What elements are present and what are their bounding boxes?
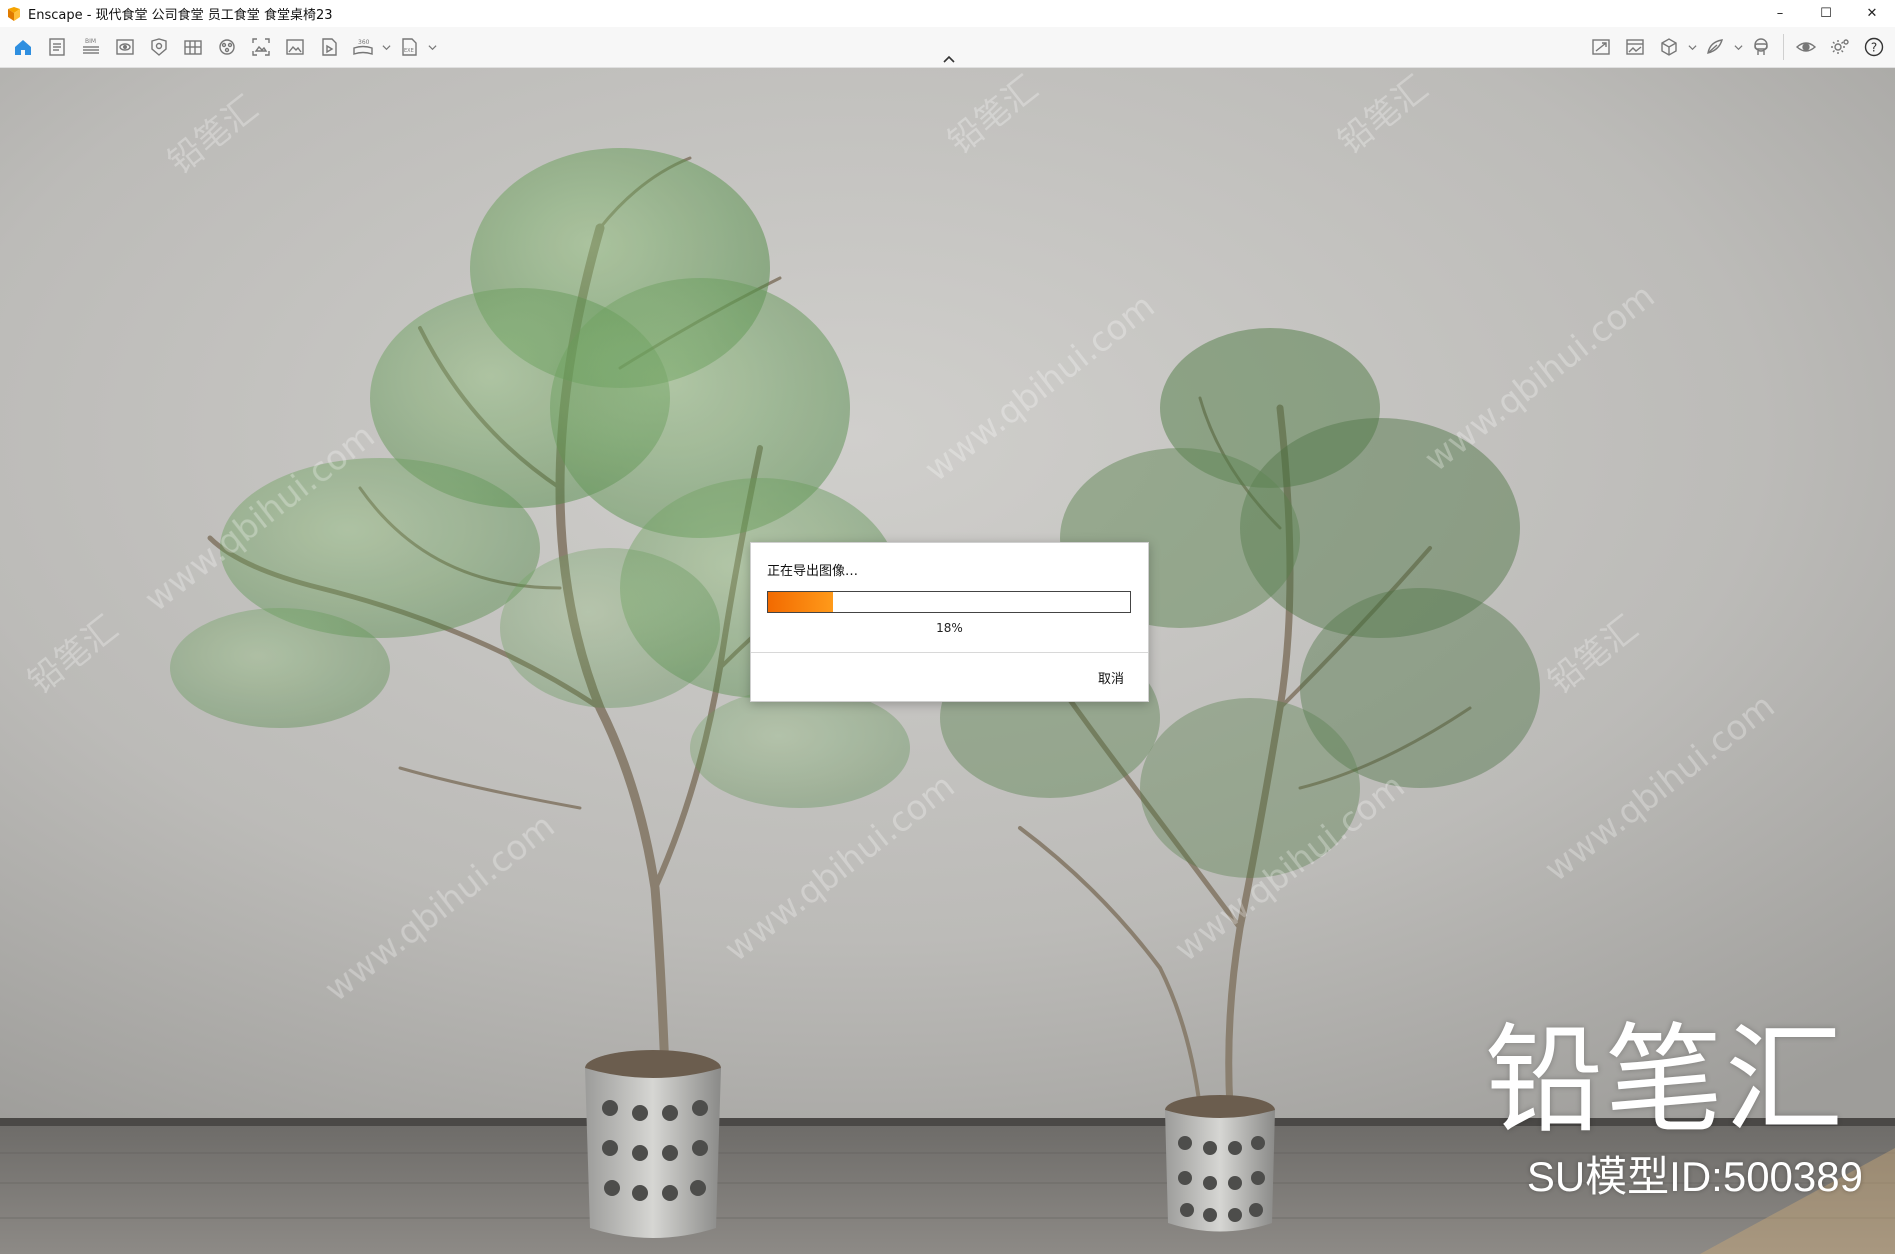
vr-headset-icon (1754, 38, 1768, 55)
panorama-dropdown-toggle[interactable] (380, 31, 392, 63)
help-button[interactable]: ? (1857, 31, 1891, 63)
chevron-down-icon (381, 44, 391, 50)
chevron-down-icon (1733, 44, 1743, 50)
bim-label: BIM (85, 38, 96, 45)
chevron-up-icon (943, 55, 955, 63)
help-glyph: ? (1871, 41, 1877, 55)
batch-render-button[interactable] (1618, 31, 1652, 63)
window-controls: – ☐ ✕ (1757, 0, 1895, 27)
sketch-mode-button[interactable] (1698, 31, 1732, 63)
model-id-label: SU模型ID:500389 (1526, 1153, 1863, 1200)
toolbar-collapse-toggle[interactable] (937, 52, 961, 66)
export-progress-bar (767, 591, 1131, 613)
video-export-icon (322, 38, 337, 56)
exe-export-button[interactable]: EXE (392, 31, 426, 63)
video-export-button[interactable] (312, 31, 346, 63)
panorama-360-icon: 360 (353, 39, 373, 55)
batch-render-icon (1626, 39, 1644, 55)
notes-icon (49, 38, 65, 56)
toolbar-separator (1783, 34, 1784, 60)
sync-views-button[interactable] (1584, 31, 1618, 63)
screenshot-icon (252, 38, 270, 56)
toolbar-left-group: BIM 360 EXE (6, 27, 438, 67)
vr-headset-button[interactable] (1744, 31, 1778, 63)
title-bar: Enscape - 现代食堂 公司食堂 员工食堂 食堂桌椅23 – ☐ ✕ (0, 0, 1895, 28)
exe-dropdown-toggle[interactable] (426, 31, 438, 63)
visibility-icon (1795, 42, 1817, 52)
right-planter-pot (1165, 1095, 1275, 1232)
3d-view-button[interactable] (1652, 31, 1686, 63)
close-button[interactable]: ✕ (1849, 0, 1895, 27)
settings-button[interactable] (1823, 31, 1857, 63)
home-icon (15, 40, 31, 55)
atmosphere-icon (219, 39, 235, 55)
left-planter-pot (585, 1050, 721, 1238)
visibility-button[interactable] (1789, 31, 1823, 63)
chevron-down-icon (1687, 44, 1697, 50)
3d-view-icon (1661, 38, 1677, 56)
exe-label: EXE (404, 48, 414, 54)
asset-library-button[interactable] (142, 31, 176, 63)
brand-logo-text: 铅笔汇 (1484, 1011, 1845, 1149)
3d-view-dropdown-toggle[interactable] (1686, 31, 1698, 63)
atmosphere-button[interactable] (210, 31, 244, 63)
panorama-label: 360 (358, 39, 370, 46)
enscape-window: Enscape - 现代食堂 公司食堂 员工食堂 食堂桌椅23 – ☐ ✕ BI… (0, 0, 1895, 1254)
screenshot-button[interactable] (244, 31, 278, 63)
dialog-title: 正在导出图像… (767, 564, 859, 579)
help-icon: ? (1864, 37, 1884, 57)
chevron-down-icon (427, 44, 437, 50)
view-button[interactable] (108, 31, 142, 63)
settings-icon (1831, 39, 1849, 54)
minimize-button[interactable]: – (1757, 0, 1803, 27)
material-editor-button[interactable] (176, 31, 210, 63)
progress-bar-fill (768, 592, 834, 612)
view-icon (116, 39, 134, 55)
sketch-dropdown-toggle[interactable] (1732, 31, 1744, 63)
maximize-button[interactable]: ☐ (1803, 0, 1849, 27)
export-progress-dialog: 正在导出图像… 18% 取消 (750, 542, 1149, 702)
progress-percent-label: 18% (936, 621, 963, 635)
notes-button[interactable] (40, 31, 74, 63)
exe-export-icon: EXE (402, 38, 417, 56)
image-export-icon (286, 39, 304, 55)
cancel-button[interactable]: 取消 (1092, 665, 1130, 689)
asset-library-icon (151, 38, 167, 56)
bim-button[interactable]: BIM (74, 31, 108, 63)
bim-icon: BIM (83, 38, 99, 54)
panorama-360-button[interactable]: 360 (346, 31, 380, 63)
toolbar-right-group: ? (1584, 27, 1891, 67)
sync-views-icon (1592, 39, 1610, 55)
sketch-mode-icon (1707, 39, 1723, 54)
image-export-button[interactable] (278, 31, 312, 63)
material-editor-icon (184, 40, 202, 55)
dialog-divider (751, 652, 1148, 653)
window-title: Enscape - 现代食堂 公司食堂 员工食堂 食堂桌椅23 (28, 8, 333, 23)
home-button[interactable] (6, 31, 40, 63)
enscape-logo-icon (8, 6, 20, 21)
